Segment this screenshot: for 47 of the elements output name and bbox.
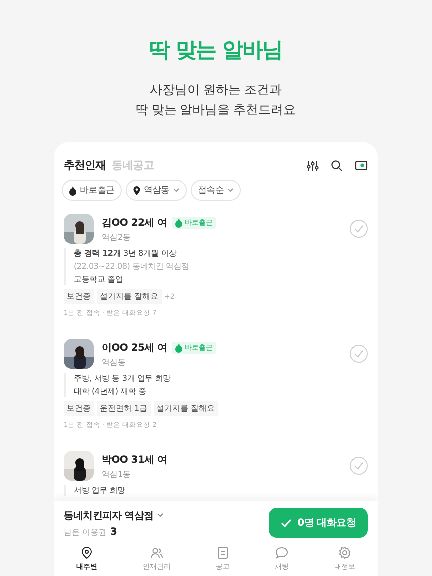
filter-chip[interactable]: 접속순 bbox=[190, 180, 242, 201]
filter-chip[interactable]: 바로출근 bbox=[62, 180, 122, 201]
detail-line: 고등학교 졸업 bbox=[74, 274, 124, 285]
ticket-count: 3 bbox=[110, 526, 118, 538]
detail-line: (22.03~22.08) 동네치킨 역삼점 bbox=[74, 261, 190, 272]
caret-icon[interactable] bbox=[157, 513, 164, 518]
detail-line: 서빙 업무 희망 bbox=[74, 485, 126, 496]
skill-tag: 운전면허 1급 bbox=[97, 401, 151, 416]
skill-tag: 보건증 bbox=[64, 401, 94, 416]
skill-tag: 보건증 bbox=[64, 289, 94, 304]
headline: 딱 맞는 알바님 bbox=[148, 37, 284, 64]
candidate-location: 역삼2동 bbox=[102, 232, 132, 242]
detail-line: 총 경력 12개 3년 8개월 이상 bbox=[74, 248, 178, 259]
search-icon[interactable] bbox=[331, 160, 343, 172]
candidate-name: 김OO 22세 여 bbox=[102, 216, 168, 230]
checkmark-icon bbox=[354, 350, 364, 358]
people-icon bbox=[150, 546, 164, 560]
filter-chip[interactable]: 역삼동 bbox=[126, 180, 187, 201]
select-checkbox[interactable] bbox=[350, 345, 368, 363]
select-checkbox[interactable] bbox=[350, 220, 368, 238]
settings-icon bbox=[338, 546, 352, 560]
subtitle-line: 사장님이 원하는 조건과 bbox=[149, 81, 283, 99]
store-name[interactable]: 동네치킨피자 역삼점 bbox=[64, 508, 154, 522]
location-pin-icon bbox=[80, 546, 94, 560]
select-checkbox[interactable] bbox=[350, 457, 368, 475]
detail-line: 대학 (4년제) 재학 중 bbox=[74, 386, 148, 397]
detail-line: 주방, 서빙 등 3개 업무 희망 bbox=[74, 373, 172, 384]
flame-icon bbox=[69, 186, 77, 196]
checkmark-icon bbox=[280, 518, 292, 528]
checkmark-icon bbox=[354, 462, 364, 470]
candidate-location: 역삼동 bbox=[102, 356, 127, 368]
map-icon[interactable] bbox=[355, 160, 368, 172]
candidate-name: 이OO 25세 여 bbox=[102, 342, 168, 354]
skill-tag: 설거지를 잘해요 bbox=[97, 289, 162, 304]
tickets-label: 남은 이용권 bbox=[64, 526, 107, 538]
chat-bubble-icon bbox=[275, 546, 290, 560]
document-icon bbox=[216, 546, 230, 560]
location-pin-icon bbox=[132, 186, 141, 196]
subtitle-line: 딱 맞는 알바님을 추천드려요 bbox=[136, 101, 296, 119]
skill-tag: 설거지를 잘해요 bbox=[154, 401, 218, 416]
candidate-name: 박OO 31세 여 bbox=[102, 454, 168, 466]
flame-icon bbox=[175, 342, 184, 352]
tab[interactable]: 추천인재 bbox=[64, 158, 106, 173]
checkmark-icon bbox=[354, 225, 364, 233]
flame-icon bbox=[175, 218, 184, 228]
filter-icon[interactable] bbox=[307, 160, 319, 172]
candidate-location: 역삼1동 bbox=[102, 468, 132, 480]
